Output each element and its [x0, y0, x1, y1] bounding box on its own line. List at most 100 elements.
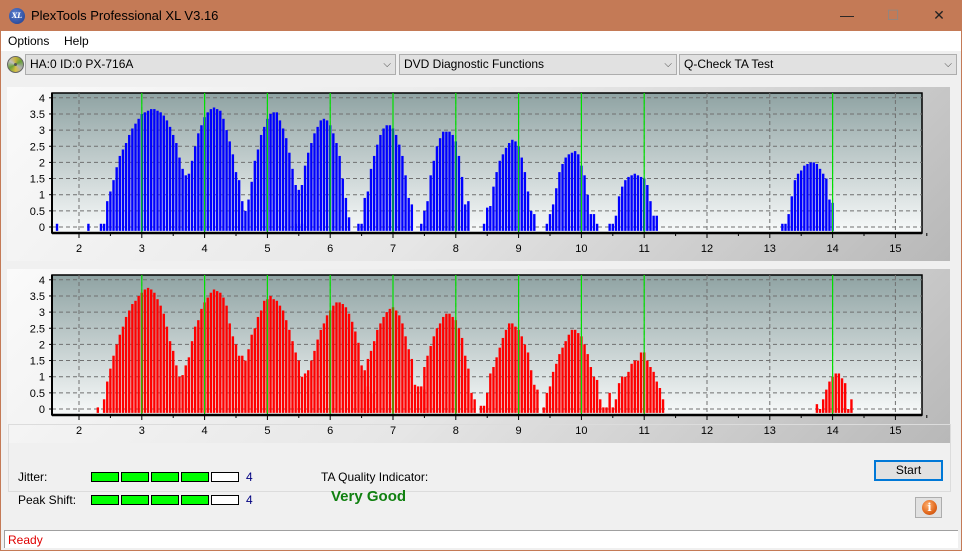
land-bar [818, 168, 822, 231]
land-bar [790, 196, 793, 231]
land-bar [803, 165, 806, 231]
pit-bar [533, 384, 536, 413]
land-bar [812, 162, 815, 231]
land-chart: 0 0.5 1 1.5 2 2.5 3 3.5 4 2 3 4 5 6 7 8 9 10 11 12 13 14 15 [7, 87, 950, 261]
peak-shift-label: Peak Shift: [18, 493, 77, 507]
land-bar [438, 138, 442, 231]
land-bar [112, 180, 115, 231]
land-bar [294, 223, 297, 231]
land-bar [222, 118, 225, 231]
pit-bar [545, 392, 549, 413]
jitter-segment [91, 472, 119, 482]
info-button[interactable]: i [915, 497, 942, 518]
land-bar [401, 155, 404, 231]
land-bar [325, 120, 329, 231]
land-bar [285, 138, 288, 231]
pit-bar [636, 360, 640, 413]
pit-bar [250, 334, 253, 413]
pit-bar [347, 313, 351, 413]
pit-bar [118, 334, 122, 413]
land-bar [184, 175, 187, 231]
land-bar [614, 215, 618, 231]
info-icon: i [922, 500, 937, 515]
pit-bar [470, 392, 473, 413]
minimize-button[interactable]: — [824, 0, 870, 31]
land-bar [787, 214, 790, 231]
function-select[interactable]: DVD Diagnostic Functions ⌵ [399, 54, 677, 75]
pit-ytick-label: 2.5 [30, 323, 45, 335]
land-bar [118, 155, 122, 231]
pit-bar [294, 352, 297, 413]
pit-bar [394, 310, 398, 413]
pit-bar [834, 373, 837, 413]
land-xtick-label: 11 [638, 243, 649, 255]
land-bar [269, 113, 272, 231]
pit-bar [184, 365, 187, 413]
land-bar [150, 109, 153, 231]
pit-bar [322, 323, 326, 413]
test-select[interactable]: Q-Check TA Test ⌵ [679, 54, 957, 75]
menu-help[interactable]: Help [64, 34, 89, 48]
chevron-down-icon: ⌵ [944, 59, 952, 70]
pit-bar [112, 355, 115, 413]
land-bar [523, 172, 527, 231]
drive-select[interactable]: HA:0 ID:0 PX-716A ⌵ [25, 54, 396, 75]
land-bar [793, 180, 797, 231]
land-bar [237, 180, 241, 231]
pit-bar [432, 336, 436, 413]
pit-bar [489, 373, 492, 413]
pit-bar [316, 339, 319, 413]
land-bar [162, 115, 165, 231]
land-bar [646, 185, 649, 231]
pit-bar [272, 299, 275, 413]
ta-quality-label: TA Quality Indicator: [321, 470, 429, 484]
land-ytick-label: 2 [39, 157, 45, 169]
pit-bar [611, 407, 614, 413]
land-xtick-label: 9 [516, 243, 522, 255]
pit-bar [259, 310, 263, 413]
pit-bar [652, 371, 655, 413]
pit-ytick-label: 0.5 [30, 388, 45, 400]
pit-bar [137, 295, 140, 413]
pit-bar [561, 347, 564, 413]
land-bar [87, 223, 90, 231]
pit-bar [850, 399, 853, 413]
land-bar [435, 146, 439, 231]
land-bar [281, 128, 285, 231]
land-bar [398, 144, 401, 231]
land-bar [545, 223, 549, 231]
maximize-button[interactable]: ☐ [870, 0, 916, 31]
pit-bar [366, 358, 370, 413]
pit-bar [617, 383, 621, 413]
peak-shift-segment [181, 495, 209, 505]
pit-bar [445, 313, 448, 413]
function-select-value: DVD Diagnostic Functions [404, 57, 545, 71]
land-bar [109, 191, 112, 231]
land-bar [551, 204, 555, 231]
pit-bar [621, 376, 624, 413]
land-bar [231, 154, 235, 231]
land-bar [423, 210, 426, 231]
pit-bar [661, 399, 665, 413]
pit-bar [153, 292, 156, 413]
toolbar: HA:0 ID:0 PX-716A ⌵ DVD Diagnostic Funct… [1, 51, 961, 79]
land-bar [511, 139, 514, 231]
land-bar [278, 120, 282, 231]
pit-bar [222, 297, 225, 413]
menu-options[interactable]: Options [8, 34, 49, 48]
pit-bar [197, 320, 200, 413]
pit-bar [102, 399, 106, 413]
pit-bar [815, 404, 819, 413]
pit-bar [165, 326, 169, 413]
pit-bar [363, 370, 366, 413]
land-bar [247, 199, 250, 231]
land-bar [457, 155, 461, 231]
peak-shift-segment [91, 495, 119, 505]
land-bar [624, 180, 627, 231]
close-button[interactable]: ✕ [916, 0, 962, 31]
land-bar [344, 197, 348, 231]
land-bar [504, 147, 508, 231]
pit-bar [124, 316, 128, 413]
start-button[interactable]: Start [874, 460, 943, 481]
land-bar [548, 214, 552, 231]
